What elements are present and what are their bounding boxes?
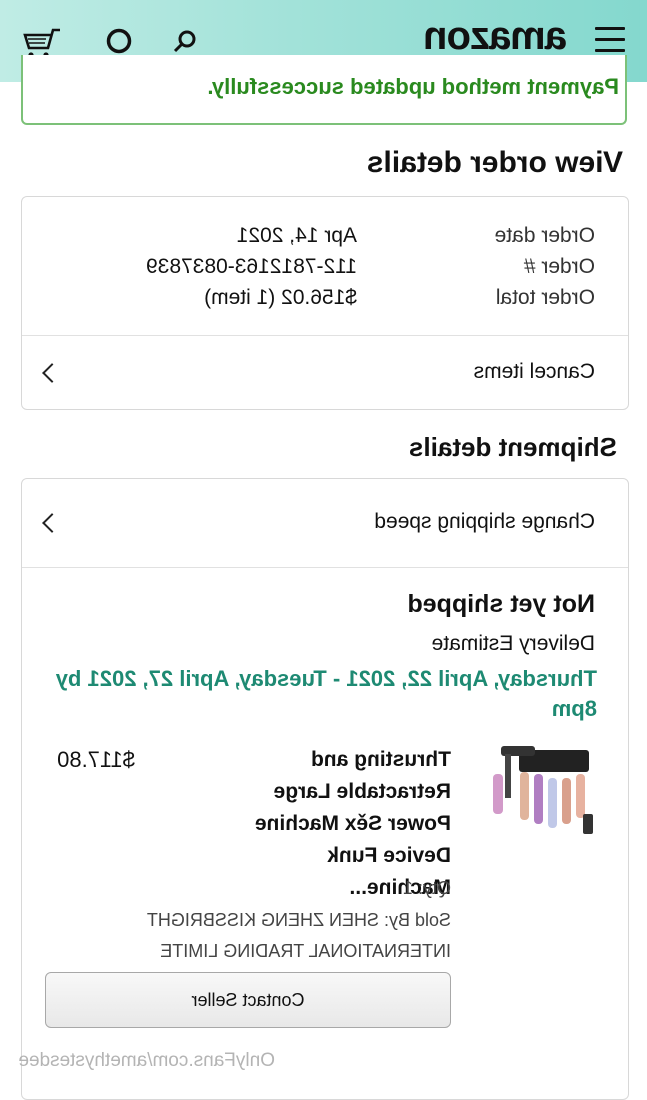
product-thumbnail[interactable] (479, 744, 597, 840)
product-quantity: Qty: 1 (402, 878, 451, 898)
shipment-status: Not yet shipped (407, 590, 595, 618)
sold-by-line-2: INTERNATIONAL TRADING LIMITE (160, 941, 451, 961)
contact-seller-button[interactable]: Contact Seller (45, 972, 451, 1028)
card-divider (22, 567, 628, 568)
order-total-label: Order total (495, 286, 595, 309)
order-number-value: 112-7812163-0837839 (146, 255, 357, 278)
mirrored-page: amazon Payment method updated successful… (0, 0, 647, 1100)
amazon-logo[interactable]: amazon (424, 14, 567, 59)
cancel-items-link[interactable]: Cancel items (474, 360, 595, 384)
order-date-label: Order date (494, 224, 595, 247)
watermark-text: OnlyFans.com/amethystesdee (18, 1050, 275, 1071)
delivery-estimate-label: Delivery Estimate (431, 632, 595, 655)
hamburger-menu-icon[interactable] (595, 27, 625, 53)
sold-by-line-1: Sold By: SHEN ZHENG KISSBRIGHT (146, 910, 451, 930)
change-shipping-speed-link[interactable]: Change shipping speed (374, 510, 595, 534)
account-circle-icon[interactable] (106, 28, 132, 54)
shipment-details-title: Shipment details (408, 432, 617, 462)
search-icon[interactable] (173, 29, 197, 53)
order-date-value: Apr 14, 2021 (236, 224, 357, 247)
order-number-label: Order # (523, 255, 595, 278)
card-divider (22, 335, 628, 336)
order-total-value: $156.02 (1 item) (204, 286, 357, 309)
delivery-estimate-date: Thursday, April 22, 2021 - Tuesday, Apri… (55, 666, 597, 721)
product-price: $117.80 (57, 747, 135, 772)
contact-seller-label: Contact Seller (191, 989, 305, 1010)
page-title: View order details (366, 146, 623, 179)
success-message: Payment method updated successfully. (207, 74, 619, 99)
